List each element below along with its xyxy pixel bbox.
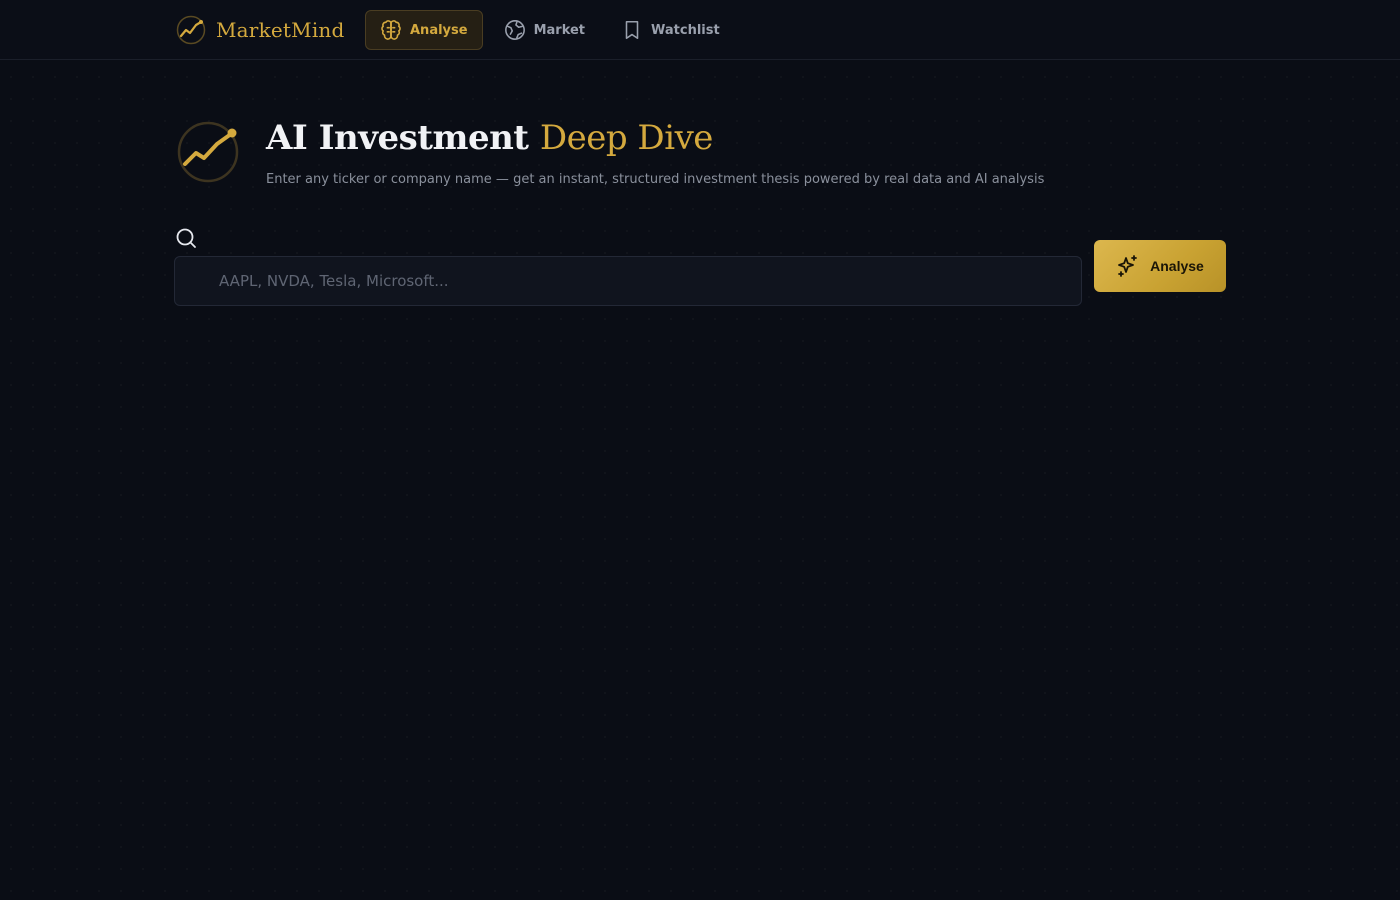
page-subtitle: Enter any ticker or company name — get a…: [266, 172, 1045, 187]
search-icon: [174, 226, 198, 250]
nav-item-watchlist[interactable]: Watchlist: [606, 10, 735, 50]
globe-icon: [504, 19, 526, 41]
nav-item-label: Analyse: [410, 22, 468, 38]
analyse-button-label: Analyse: [1150, 258, 1204, 274]
brain-icon: [380, 19, 402, 41]
search-input[interactable]: [175, 257, 1081, 305]
analyse-button[interactable]: Analyse: [1094, 240, 1226, 292]
nav-item-label: Market: [533, 22, 586, 38]
nav-item-label: Watchlist: [651, 22, 720, 38]
search-box: [174, 256, 1082, 306]
hero-text: AI Investment Deep Dive Enter any ticker…: [266, 118, 1044, 187]
top-nav-bar: MarketMind Analyse Market Watchlist: [0, 0, 1400, 60]
brand[interactable]: MarketMind: [176, 14, 345, 46]
page-title-main: AI Investment: [266, 118, 529, 158]
page-title-accent: Deep Dive: [539, 118, 714, 158]
main-nav: Analyse Market Watchlist: [365, 10, 735, 50]
brand-name: MarketMind: [216, 18, 345, 42]
bookmark-icon: [621, 19, 643, 41]
nav-item-market[interactable]: Market: [489, 10, 600, 50]
sparkles-icon: [1116, 254, 1140, 278]
page-title: AI Investment Deep Dive: [266, 118, 1044, 158]
trend-logo-icon: [176, 15, 206, 45]
hero-section: AI Investment Deep Dive Enter any ticker…: [176, 118, 1044, 187]
nav-item-analyse[interactable]: Analyse: [365, 10, 483, 50]
trend-logo-icon: [176, 120, 240, 184]
